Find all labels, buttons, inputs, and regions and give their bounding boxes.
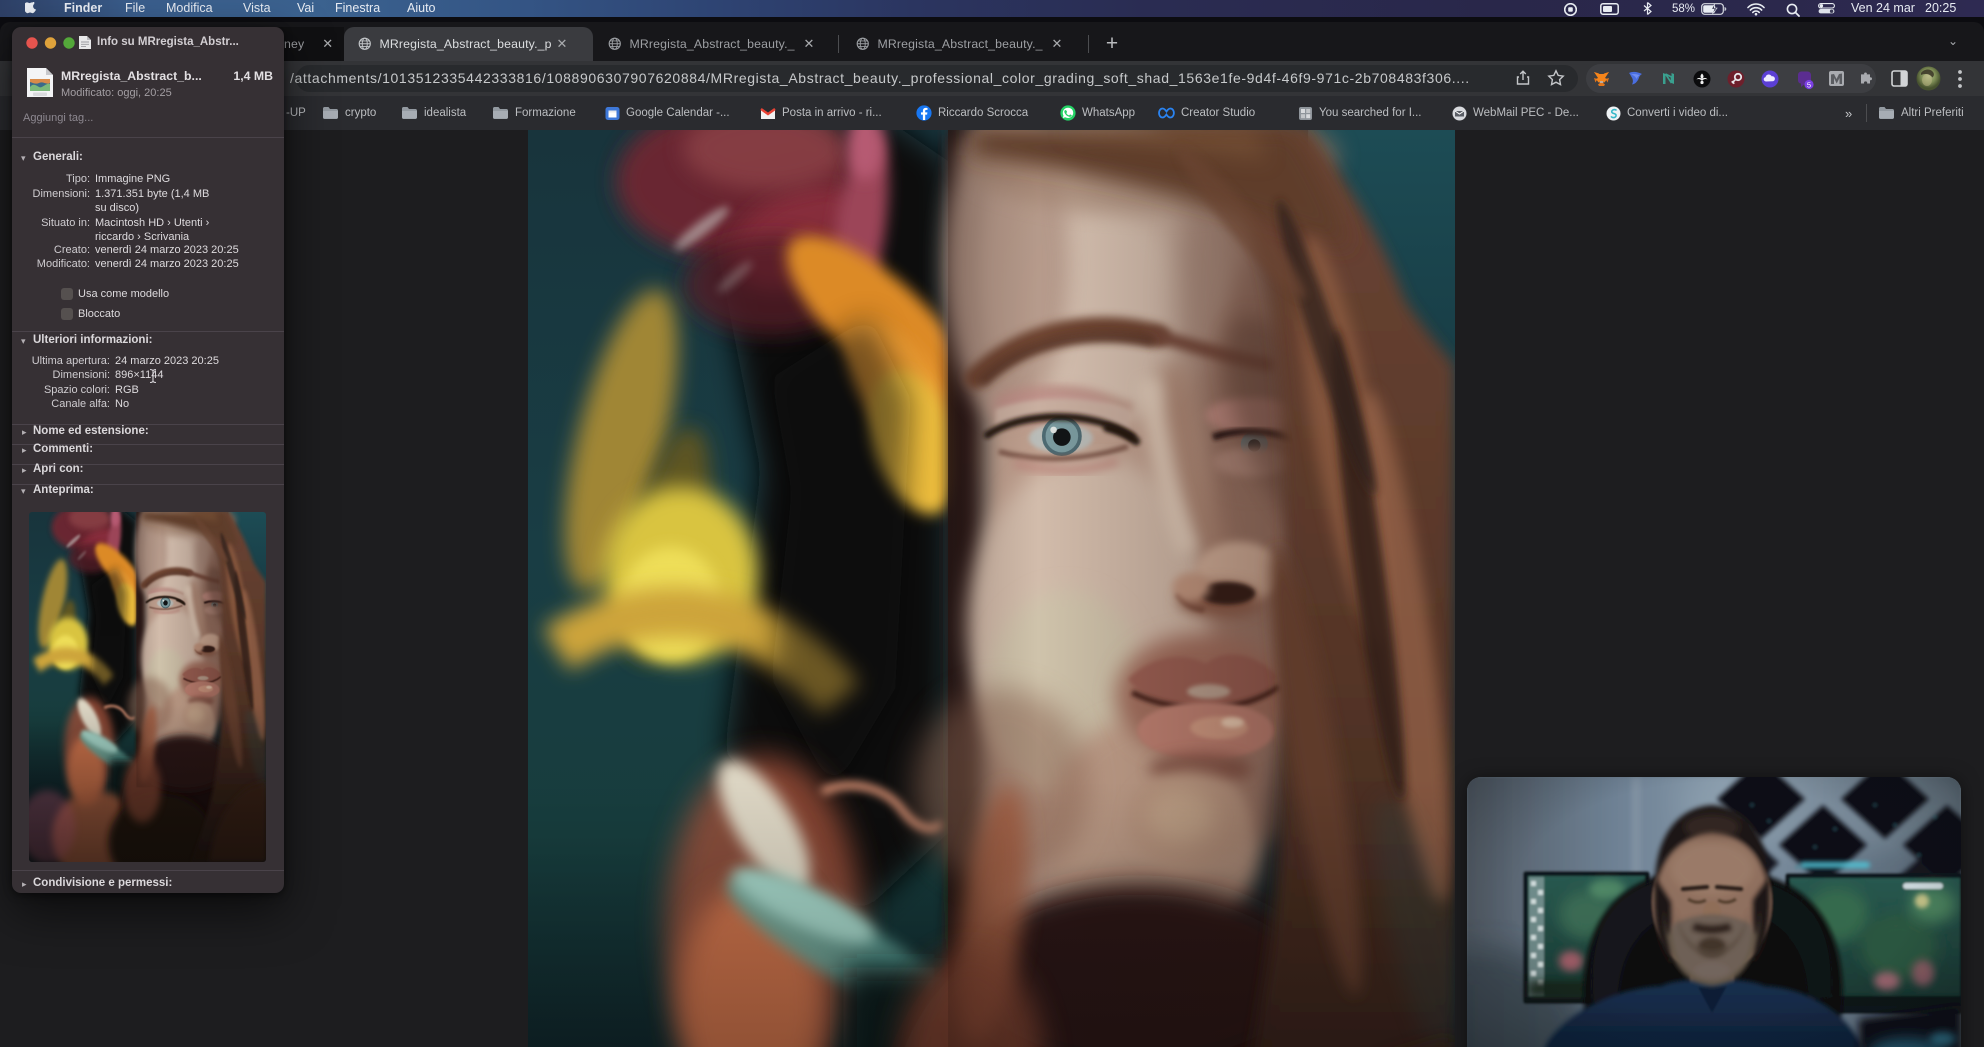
svg-text:5: 5 [1807, 81, 1811, 90]
